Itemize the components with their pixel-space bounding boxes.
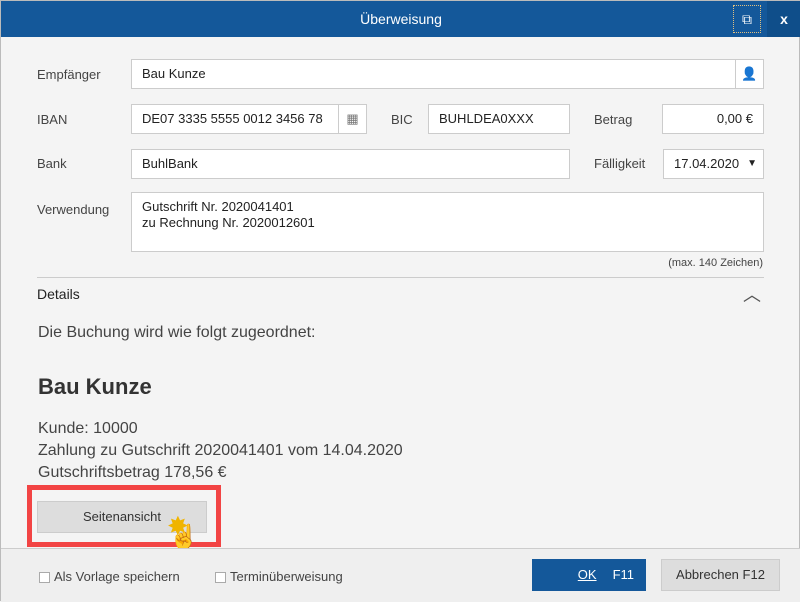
cancel-shortcut: F12 xyxy=(742,567,765,582)
ok-shortcut: F11 xyxy=(612,567,634,582)
ok-label: OK xyxy=(577,567,597,582)
window-title: Überweisung xyxy=(360,11,442,27)
calculator-icon[interactable]: ▦ xyxy=(338,105,366,133)
external-link-icon[interactable]: ⧉ xyxy=(733,5,761,33)
amount-input[interactable]: 0,00 € xyxy=(662,104,764,134)
ok-button[interactable]: OK F11 xyxy=(532,559,646,591)
purpose-hint: (max. 140 Zeichen) xyxy=(668,257,763,269)
due-value: 17.04.2020 xyxy=(674,156,740,171)
checkbox[interactable] xyxy=(215,572,226,584)
bic-label: BIC xyxy=(391,112,413,127)
scheduled-checkbox[interactable]: Terminüberweisung xyxy=(215,569,343,584)
customer-name: Bau Kunze xyxy=(38,374,152,399)
due-date-select[interactable]: 17.04.2020 ▼ xyxy=(663,149,764,179)
cancel-button[interactable]: Abbrechen F12 xyxy=(661,559,780,591)
cancel-label: Abbrechen xyxy=(676,567,739,582)
bank-input[interactable]: BuhlBank xyxy=(131,149,570,179)
iban-label: IBAN xyxy=(37,112,68,127)
details-intro: Die Buchung wird wie folgt zugeordnet: xyxy=(38,324,316,341)
bank-label: Bank xyxy=(37,156,67,171)
chevron-up-icon[interactable]: ︿ xyxy=(743,281,761,307)
iban-input[interactable]: DE07 3335 5555 0012 3456 78 ▦ xyxy=(131,104,367,134)
close-button[interactable]: x xyxy=(767,1,800,37)
payment-info: Zahlung zu Gutschrift 2020041401 vom 14.… xyxy=(38,442,403,459)
recipient-value: Bau Kunze xyxy=(142,66,206,81)
title-bar: Überweisung xyxy=(1,1,800,37)
chevron-down-icon: ▼ xyxy=(747,158,757,169)
recipient-input[interactable]: Bau Kunze 👤 xyxy=(131,59,764,89)
amount-label: Betrag xyxy=(594,112,633,127)
purpose-textarea[interactable]: Gutschrift Nr. 2020041401 zu Rechnung Nr… xyxy=(131,192,764,252)
divider xyxy=(37,277,764,278)
customer-number: Kunde: 10000 xyxy=(38,420,138,437)
purpose-line: Gutschrift Nr. 2020041401 xyxy=(142,199,294,214)
credit-amount: Gutschriftsbetrag 178,56 € xyxy=(38,464,227,481)
details-header: Details xyxy=(37,286,80,302)
iban-value: DE07 3335 5555 0012 3456 78 xyxy=(142,111,323,126)
recipient-label: Empfänger xyxy=(37,67,101,82)
checkbox[interactable] xyxy=(39,572,50,584)
person-icon[interactable]: 👤 xyxy=(735,60,763,88)
save-template-checkbox[interactable]: Als Vorlage speichern xyxy=(39,569,180,584)
save-template-label: Als Vorlage speichern xyxy=(54,569,180,584)
purpose-label: Verwendung xyxy=(37,202,110,217)
bic-input[interactable]: BUHLDEA0XXX xyxy=(428,104,570,134)
details-lines: Kunde: 10000 Zahlung zu Gutschrift 20200… xyxy=(38,418,403,484)
purpose-line: zu Rechnung Nr. 2020012601 xyxy=(142,215,315,230)
scheduled-label: Terminüberweisung xyxy=(230,569,343,584)
due-label: Fälligkeit xyxy=(594,156,646,171)
